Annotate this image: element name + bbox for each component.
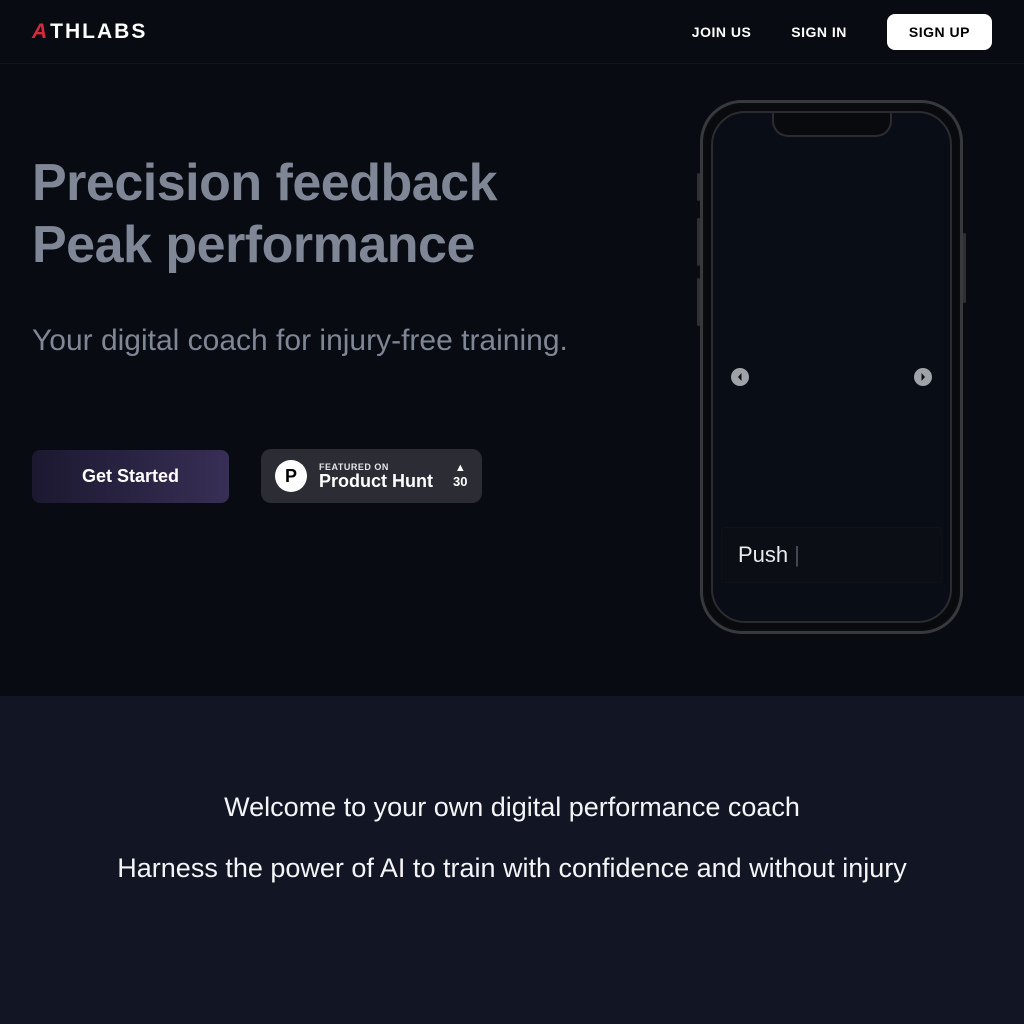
hero-visual: Push|	[602, 112, 1024, 696]
product-hunt-votes: ▲ 30	[453, 463, 467, 489]
phone-side-button	[697, 218, 700, 266]
phone-side-button	[963, 233, 966, 303]
phone-mockup: Push|	[700, 100, 963, 634]
brand-mark-icon: A	[32, 20, 49, 44]
intro-section: Welcome to your own digital performance …	[0, 696, 1024, 1024]
header: ATHLABS JOIN US SIGN IN SIGN UP	[0, 0, 1024, 64]
chevron-left-icon	[735, 372, 745, 382]
vote-count: 30	[453, 474, 467, 489]
phone-screen: Push|	[711, 111, 952, 623]
cta-row: Get Started P FEATURED ON Product Hunt ▲…	[32, 449, 602, 503]
intro-line-1: Welcome to your own digital performance …	[32, 792, 992, 823]
hero-subtitle: Your digital coach for injury-free train…	[32, 321, 572, 362]
product-hunt-name: Product Hunt	[319, 472, 433, 491]
phone-side-button	[697, 173, 700, 201]
chevron-right-icon	[918, 372, 928, 382]
hero-copy: Precision feedback Peak performance Your…	[32, 112, 602, 696]
primary-nav: JOIN US SIGN IN SIGN UP	[692, 14, 992, 50]
hero-title-line1: Precision feedback	[32, 152, 602, 214]
hero-section: Precision feedback Peak performance Your…	[0, 64, 1024, 696]
exercise-label-text: Push	[738, 542, 788, 567]
exercise-search-input[interactable]: Push|	[721, 527, 942, 583]
product-hunt-badge[interactable]: P FEATURED ON Product Hunt ▲ 30	[261, 449, 481, 503]
hero-title-line2: Peak performance	[32, 214, 602, 276]
hero-title: Precision feedback Peak performance	[32, 152, 602, 277]
text-cursor-icon: |	[794, 542, 800, 567]
upvote-icon: ▲	[455, 463, 466, 474]
phone-notch	[772, 113, 892, 137]
nav-join-link[interactable]: JOIN US	[692, 24, 752, 40]
product-hunt-icon: P	[275, 460, 307, 492]
brand-name: THLABS	[50, 20, 147, 44]
carousel-prev-button[interactable]	[731, 368, 749, 386]
nav-signin-link[interactable]: SIGN IN	[791, 24, 847, 40]
phone-side-button	[697, 278, 700, 326]
signup-button[interactable]: SIGN UP	[887, 14, 992, 50]
carousel-next-button[interactable]	[914, 368, 932, 386]
get-started-button[interactable]: Get Started	[32, 450, 229, 503]
intro-line-2: Harness the power of AI to train with co…	[32, 853, 992, 884]
brand-logo[interactable]: ATHLABS	[32, 20, 147, 44]
product-hunt-text: FEATURED ON Product Hunt	[319, 462, 433, 491]
